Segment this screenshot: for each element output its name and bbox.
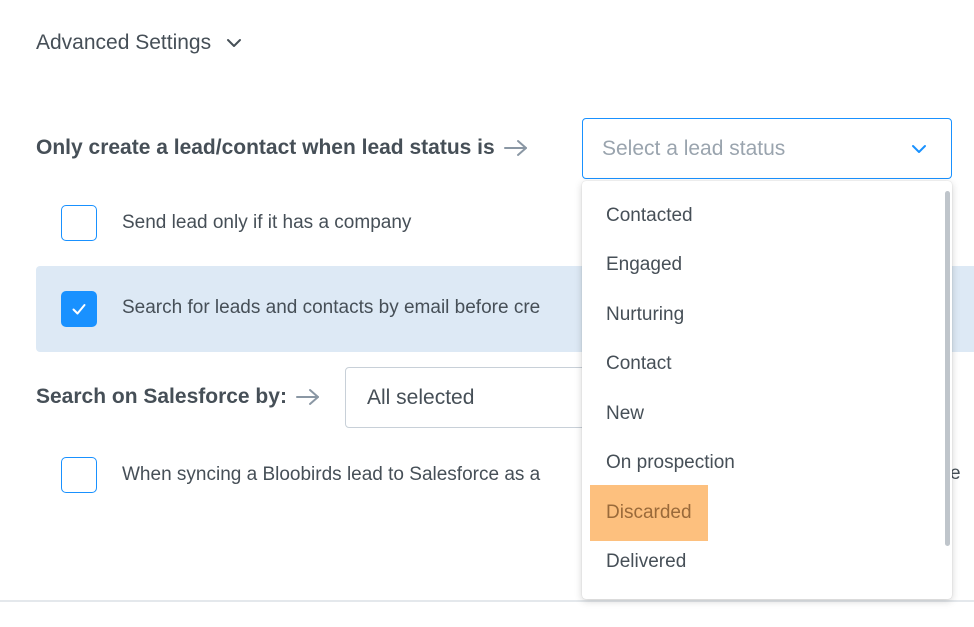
option-contacted[interactable]: Contacted (590, 188, 709, 244)
arrow-right-icon (503, 140, 527, 156)
option-contact[interactable]: Contact (590, 336, 687, 392)
lead-status-select[interactable]: Select a lead status (582, 118, 952, 179)
syncing-option-label: When syncing a Bloobirds lead to Salesfo… (122, 464, 541, 485)
option-engaged[interactable]: Engaged (590, 237, 698, 293)
salesforce-search-select[interactable]: All selected (345, 367, 605, 428)
chevron-down-icon (912, 145, 926, 153)
option-on-prospection[interactable]: On prospection (590, 435, 751, 491)
lead-status-placeholder: Select a lead status (602, 136, 786, 160)
syncing-checkbox[interactable] (61, 457, 97, 493)
email-checkbox[interactable] (61, 291, 97, 327)
arrow-right-icon (295, 389, 319, 405)
salesforce-search-row-label: Search on Salesforce by: (36, 382, 321, 412)
salesforce-search-value: All selected (367, 385, 475, 409)
option-new[interactable]: New (590, 386, 660, 442)
lead-status-row-label: Only create a lead/contact when lead sta… (36, 133, 529, 163)
salesforce-search-label: Search on Salesforce by: (36, 385, 287, 408)
company-option-label: Send lead only if it has a company (122, 212, 412, 233)
advanced-settings-toggle[interactable]: Advanced Settings (36, 26, 243, 60)
bottom-divider (0, 600, 974, 602)
option-discarded[interactable]: Discarded (590, 485, 708, 541)
option-nurturing[interactable]: Nurturing (590, 287, 700, 343)
dropdown-scrollbar[interactable] (945, 191, 950, 546)
lead-status-label: Only create a lead/contact when lead sta… (36, 136, 495, 159)
advanced-settings-label: Advanced Settings (36, 31, 212, 54)
chevron-down-icon (227, 39, 242, 47)
checkmark-icon (72, 304, 86, 315)
company-checkbox[interactable] (61, 205, 97, 241)
lead-status-dropdown: Contacted Engaged Nurturing Contact New … (582, 181, 952, 599)
email-option-label: Search for leads and contacts by email b… (122, 297, 541, 318)
option-delivered[interactable]: Delivered (590, 534, 702, 590)
